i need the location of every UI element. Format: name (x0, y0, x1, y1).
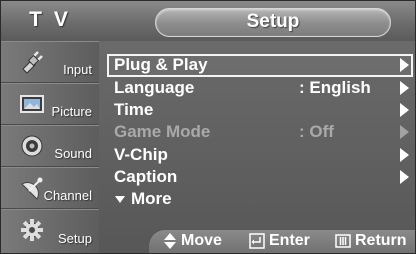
enter-hint: Enter (249, 232, 310, 252)
sidebar-item-sound[interactable]: Sound (1, 125, 99, 167)
menu-item-label: Game Mode (114, 122, 211, 141)
top-bar: T V Setup (1, 1, 415, 41)
menu-item-label: V-Chip (114, 145, 168, 164)
menu-item-v-chip[interactable]: V-Chip (107, 144, 413, 167)
navigation-help-bar: Move Enter Return (149, 230, 415, 253)
chevron-right-icon (400, 58, 409, 72)
menu-item-label: Time (114, 100, 154, 119)
chevron-right-icon (400, 170, 409, 184)
menu-item-language[interactable]: Language : English (107, 77, 413, 100)
sidebar-item-input[interactable]: Input (1, 41, 99, 83)
channel-satellite-icon (21, 177, 43, 200)
chevron-right-icon (400, 148, 409, 162)
sidebar-item-setup[interactable]: Setup (1, 209, 99, 251)
move-hint: Move (163, 232, 222, 252)
return-label: Return (355, 232, 407, 249)
sidebar-item-label: Input (63, 62, 92, 77)
tv-title: T V (29, 8, 71, 31)
menu-item-label: More (131, 189, 172, 208)
sidebar-item-label: Setup (58, 231, 92, 246)
menu-item-value: : Off (299, 122, 334, 141)
menu-item-time[interactable]: Time (107, 99, 413, 122)
up-down-arrows-icon (164, 233, 176, 249)
sidebar-item-label: Picture (51, 104, 92, 119)
setup-gear-icon (21, 219, 43, 241)
tv-osd-window: T V Setup Input Picture Sound Channel Se… (0, 0, 416, 254)
enter-icon (249, 233, 265, 249)
sidebar-item-label: Channel (43, 188, 92, 203)
chevron-right-icon (400, 81, 409, 95)
sidebar-item-picture[interactable]: Picture (1, 83, 99, 125)
chevron-right-icon (400, 103, 409, 117)
triangle-down-icon (115, 196, 125, 203)
chevron-right-icon (400, 125, 409, 139)
menu-item-game-mode: Game Mode : Off (107, 121, 413, 144)
menu-item-label: Caption (114, 167, 178, 186)
sidebar-item-label: Sound (54, 146, 92, 161)
menu-item-caption[interactable]: Caption (107, 166, 413, 189)
page-title: Setup (155, 8, 391, 37)
return-icon (335, 234, 351, 248)
picture-icon (20, 95, 44, 113)
enter-label: Enter (269, 232, 310, 249)
menu-item-more[interactable]: More (107, 189, 257, 211)
return-hint: Return (335, 232, 407, 252)
input-plug-icon (22, 51, 43, 74)
menu-item-label: Language (114, 78, 195, 97)
menu-item-value: : English (299, 78, 371, 97)
menu-item-plug-and-play[interactable]: Plug & Play (107, 54, 413, 77)
sidebar-item-channel[interactable]: Channel (1, 167, 99, 209)
sidebar: Input Picture Sound Channel Setup (1, 41, 99, 253)
menu-item-label: Plug & Play (114, 55, 208, 74)
setup-menu-panel: Plug & Play Language : English Time Game… (99, 41, 415, 253)
sound-speaker-icon (21, 135, 43, 157)
move-label: Move (181, 232, 222, 249)
